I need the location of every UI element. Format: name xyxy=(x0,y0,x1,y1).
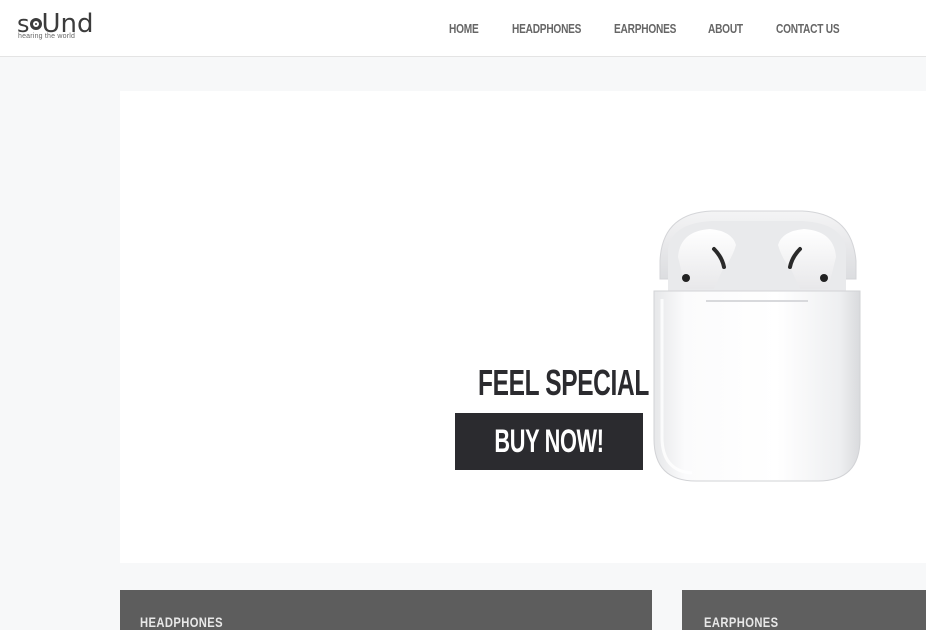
nav-item-earphones[interactable]: EARPHONES xyxy=(614,20,676,38)
buy-now-button[interactable]: BUY NOW! xyxy=(455,413,643,470)
category-label: EARPHONES xyxy=(704,614,779,630)
buy-now-label: BUY NOW! xyxy=(494,423,604,459)
logo-speaker-icon xyxy=(29,18,42,30)
airpods-case-image xyxy=(653,210,861,482)
category-card-earphones[interactable]: EARPHONES xyxy=(682,590,926,630)
hero-title: FEEL SPECIAL xyxy=(478,362,649,403)
nav-item-headphones[interactable]: HEADPHONES xyxy=(512,20,581,38)
nav-item-contact-us[interactable]: CONTACT US xyxy=(776,20,840,38)
logo-tagline: hearing the world xyxy=(18,33,76,40)
nav-item-about[interactable]: ABOUT xyxy=(708,20,743,38)
nav-item-home[interactable]: HOME xyxy=(449,20,479,38)
brand-logo[interactable]: s Und hearing the world xyxy=(17,11,107,44)
site-header: s Und hearing the world HOME HEADPHONES E… xyxy=(0,0,926,57)
hero-banner: FEEL SPECIAL BUY NOW! xyxy=(120,91,926,563)
category-card-headphones[interactable]: HEADPHONES xyxy=(120,590,652,630)
category-label: HEADPHONES xyxy=(140,614,224,630)
